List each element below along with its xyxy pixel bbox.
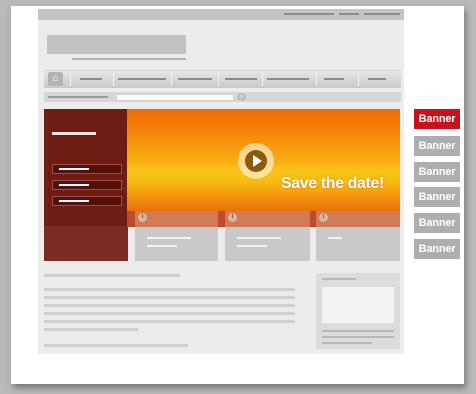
hero-sidebar-heading: [52, 132, 96, 135]
search-input[interactable]: [116, 94, 234, 101]
teaser-text-line: [322, 336, 394, 338]
teaser-heading: [322, 278, 356, 280]
top-utility-bar: [38, 9, 404, 20]
hero-menu-item[interactable]: [52, 196, 122, 206]
banner-5[interactable]: Banner: [414, 213, 460, 233]
teaser-text-line: [322, 330, 394, 332]
hero-headline: Save the date!: [281, 175, 384, 192]
home-icon[interactable]: ⌂: [48, 72, 63, 86]
hero-sidebar-footer: [44, 226, 128, 261]
utility-link[interactable]: [364, 13, 400, 15]
info-icon[interactable]: i: [228, 213, 237, 222]
teaser-text-line: [322, 342, 372, 344]
banner-6[interactable]: Banner: [414, 239, 460, 259]
content-text-line: [44, 328, 138, 331]
hero-menu-item-label: [59, 168, 89, 170]
logo[interactable]: [47, 35, 186, 54]
nav-item[interactable]: [118, 78, 166, 80]
feature-card[interactable]: [225, 227, 310, 261]
nav-item[interactable]: [368, 78, 386, 80]
nav-item[interactable]: [225, 78, 257, 80]
nav-divider: [262, 72, 263, 86]
content-link[interactable]: [44, 344, 188, 347]
banner-4[interactable]: Banner: [414, 187, 460, 207]
info-icon[interactable]: i: [138, 213, 147, 222]
logo-tagline: [72, 58, 186, 60]
teaser-image: [322, 287, 394, 323]
nav-divider: [218, 72, 219, 86]
utility-link[interactable]: [339, 13, 359, 15]
card-text: [237, 245, 267, 247]
info-icon[interactable]: i: [319, 213, 328, 222]
card-title: [237, 237, 281, 239]
card-title: [328, 237, 342, 239]
content-text-line: [44, 288, 295, 291]
nav-divider: [358, 72, 359, 86]
search-icon[interactable]: ⌕: [237, 93, 246, 101]
content-text-line: [44, 296, 295, 299]
play-icon: [253, 155, 262, 167]
hero-menu-item[interactable]: [52, 164, 122, 174]
card-title: [147, 237, 191, 239]
nav-divider: [316, 72, 317, 86]
content-text-line: [44, 312, 295, 315]
hero-menu-item-label: [59, 184, 89, 186]
content-heading: [44, 274, 180, 277]
utility-link[interactable]: [284, 13, 334, 15]
banner-1[interactable]: Banner: [414, 109, 460, 129]
nav-divider: [70, 72, 71, 86]
hero-menu-item[interactable]: [52, 180, 122, 190]
card-text: [147, 245, 177, 247]
feature-card[interactable]: [316, 227, 400, 261]
feature-card[interactable]: [135, 227, 218, 261]
card-header: [225, 211, 310, 227]
nav-divider: [171, 72, 172, 86]
breadcrumb[interactable]: [48, 96, 108, 98]
nav-item[interactable]: [324, 78, 344, 80]
nav-item[interactable]: [267, 78, 309, 80]
card-header: [135, 211, 218, 227]
card-header: [316, 211, 400, 227]
nav-item[interactable]: [80, 78, 102, 80]
banner-2[interactable]: Banner: [414, 136, 460, 156]
nav-item[interactable]: [178, 78, 212, 80]
content-text-line: [44, 320, 295, 323]
hero-menu-item-label: [59, 200, 89, 202]
nav-divider: [113, 72, 114, 86]
banner-3[interactable]: Banner: [414, 162, 460, 182]
sidebar-teaser[interactable]: [316, 273, 400, 349]
content-text-line: [44, 304, 295, 307]
